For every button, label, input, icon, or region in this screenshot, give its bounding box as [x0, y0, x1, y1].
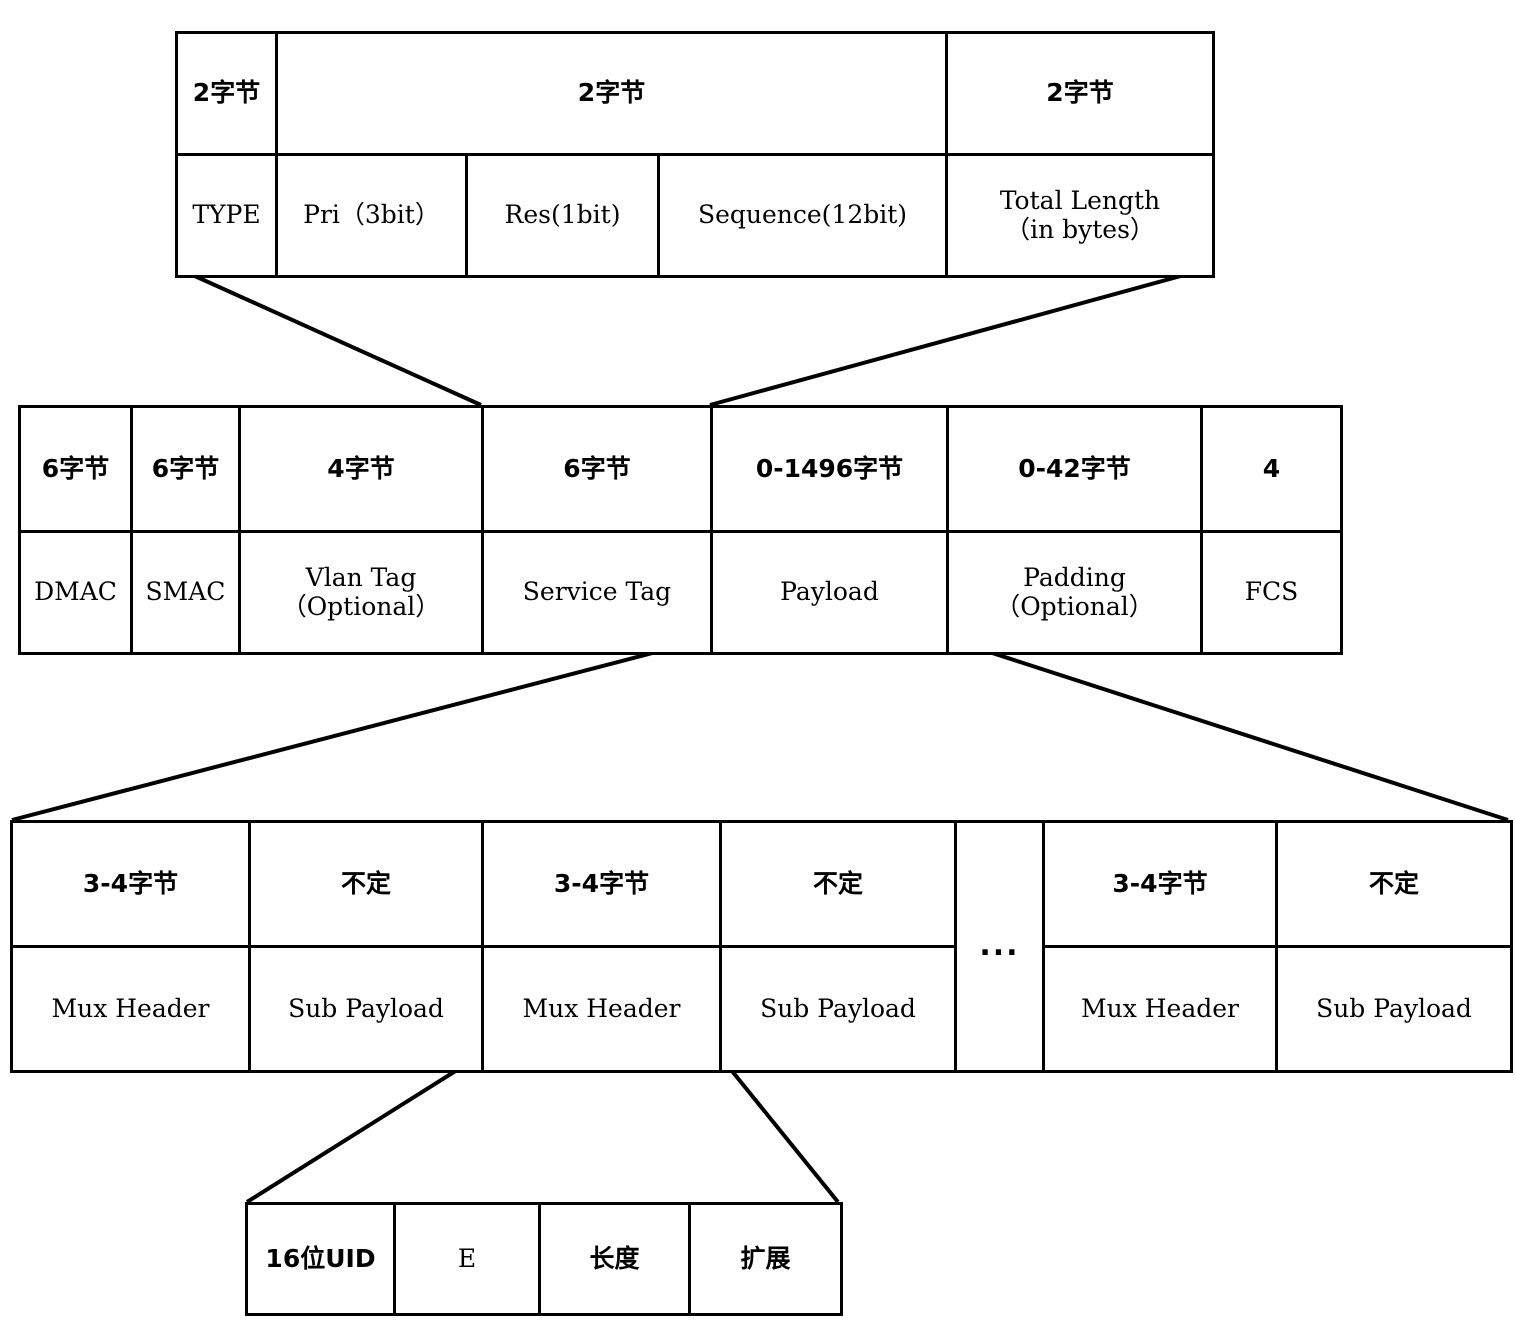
connector-muxheader-right — [717, 1053, 840, 1204]
header-size-length: 2字节 — [945, 31, 1215, 156]
mux-header-field-e: E — [393, 1202, 541, 1316]
header-field-row: TYPE Pri（3bit） Res(1bit) Sequence(12bit)… — [175, 153, 1215, 278]
connector-header-right — [709, 266, 1211, 407]
ethernet-field-padding-line2: （Optional） — [995, 591, 1154, 621]
mux-size-header-n: 3-4字节 — [1042, 820, 1278, 948]
ethernet-size-service-tag: 6字节 — [481, 405, 713, 533]
mux-ellipsis: ... — [954, 820, 1045, 1073]
ethernet-field-vlan-tag-line2: （Optional） — [281, 591, 441, 621]
header-field-pri: Pri（3bit） — [275, 153, 468, 278]
ethernet-field-vlan-tag-line1: Vlan Tag — [305, 562, 417, 592]
header-field-sequence: Sequence(12bit) — [657, 153, 948, 278]
header-field-type: TYPE — [175, 153, 278, 278]
ethernet-size-padding: 0-42字节 — [946, 405, 1203, 533]
mux-field-payload-1: Sub Payload — [248, 945, 484, 1073]
ethernet-field-fcs: FCS — [1200, 530, 1343, 655]
header-field-total-length: Total Length （in bytes） — [945, 153, 1215, 278]
ethernet-field-padding-line1: Padding — [1023, 562, 1126, 592]
mux-size-payload-1: 不定 — [248, 820, 484, 948]
ethernet-field-smac: SMAC — [130, 530, 241, 655]
ethernet-size-payload: 0-1496字节 — [710, 405, 949, 533]
mux-size-header-2: 3-4字节 — [481, 820, 722, 948]
ethernet-size-vlan-tag: 4字节 — [238, 405, 484, 533]
header-size-type: 2字节 — [175, 31, 278, 156]
header-field-res: Res(1bit) — [465, 153, 660, 278]
service-tag-header-table: 2字节 2字节 2字节 TYPE Pri（3bit） Res(1bit) Seq… — [175, 31, 1215, 278]
mux-header-detail-table: 16位UID E 长度 扩展 — [245, 1202, 843, 1316]
mux-field-header-1: Mux Header — [10, 945, 251, 1073]
mux-field-payload-2: Sub Payload — [719, 945, 957, 1073]
mux-header-detail-row: 16位UID E 长度 扩展 — [245, 1202, 843, 1316]
connector-payload-right — [945, 636, 1509, 822]
ethernet-field-service-tag: Service Tag — [481, 530, 713, 655]
connector-muxheader-left — [245, 1053, 483, 1204]
ethernet-field-row: DMAC SMAC Vlan Tag （Optional） Service Ta… — [18, 530, 1343, 655]
mux-field-payload-n: Sub Payload — [1275, 945, 1513, 1073]
mux-payload-table: 3-4字节 不定 3-4字节 不定 ... 3-4字节 不定 Mux Heade… — [10, 820, 1513, 1073]
header-size-row: 2字节 2字节 2字节 — [175, 31, 1215, 156]
ethernet-field-payload: Payload — [710, 530, 949, 655]
diagram-canvas: 2字节 2字节 2字节 TYPE Pri（3bit） Res(1bit) Seq… — [0, 0, 1515, 1324]
mux-field-header-n: Mux Header — [1042, 945, 1278, 1073]
mux-header-field-extension: 扩展 — [688, 1202, 843, 1316]
connector-payload-left — [11, 636, 711, 822]
ethernet-size-smac: 6字节 — [130, 405, 241, 533]
header-field-total-length-line2: （in bytes） — [1005, 214, 1155, 244]
header-field-total-length-line1: Total Length — [999, 185, 1161, 215]
mux-field-header-2: Mux Header — [481, 945, 722, 1073]
mux-size-payload-n: 不定 — [1275, 820, 1513, 948]
mux-size-header-1: 3-4字节 — [10, 820, 251, 948]
ethernet-field-padding: Padding （Optional） — [946, 530, 1203, 655]
mux-size-row: 3-4字节 不定 3-4字节 不定 ... 3-4字节 不定 — [10, 820, 1513, 1073]
ethernet-size-fcs: 4 — [1200, 405, 1343, 533]
ethernet-field-vlan-tag: Vlan Tag （Optional） — [238, 530, 484, 655]
ethernet-size-row: 6字节 6字节 4字节 6字节 0-1496字节 0-42字节 4 — [18, 405, 1343, 533]
mux-size-payload-2: 不定 — [719, 820, 957, 948]
mux-header-field-uid: 16位UID — [245, 1202, 396, 1316]
ethernet-frame-table: 6字节 6字节 4字节 6字节 0-1496字节 0-42字节 4 DMAC S… — [18, 405, 1343, 655]
connector-header-left — [176, 266, 482, 407]
ethernet-field-dmac: DMAC — [18, 530, 133, 655]
header-size-control: 2字节 — [275, 31, 948, 156]
mux-field-row: Mux Header Sub Payload Mux Header Sub Pa… — [10, 945, 1513, 1073]
mux-header-field-length: 长度 — [538, 1202, 691, 1316]
ethernet-size-dmac: 6字节 — [18, 405, 133, 533]
